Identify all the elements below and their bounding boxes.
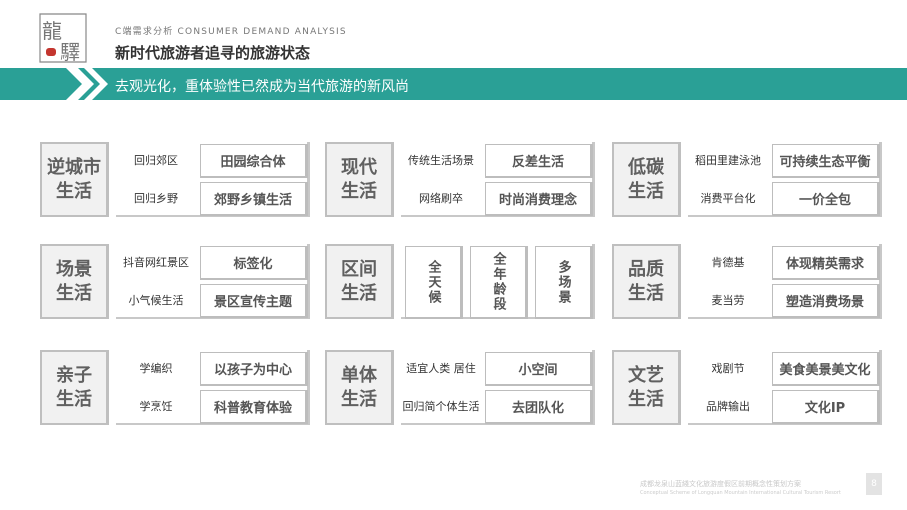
row-value: 以孩子为中心 (200, 352, 308, 386)
lifestyle-card: 场景 生活 抖音网红景区 标签化小气候生活 景区宣传主题 (40, 244, 310, 319)
lifestyle-card: 文艺 生活 戏剧节 美食美景美文化品牌输出 文化IP (612, 350, 882, 425)
row-value: 科普教育体验 (200, 390, 308, 424)
row-label: 回归简个体生活 (402, 400, 480, 413)
row-value: 景区宣传主题 (200, 284, 308, 318)
row-label: 抖音网红景区 (123, 256, 189, 269)
headline-banner: 去观光化，重体验性已然成为当代旅游的新风尚 (0, 68, 907, 100)
card-title: 低碳 生活 (612, 142, 681, 217)
logo-char-1: 龍 (42, 19, 62, 43)
row-label: 戏剧节 (711, 362, 745, 375)
lifestyle-card: 现代 生活 传统生活场景 反差生活网络刷卒 时尚消费理念 (325, 142, 595, 217)
card-title: 现代 生活 (325, 142, 394, 217)
lifestyle-card: 低碳 生活 稻田里建泳池 可持续生态平衡消费平台化 一价全包 (612, 142, 882, 217)
lifestyle-card: 亲子 生活 学编织 以孩子为中心学烹饪 科普教育体验 (40, 350, 310, 425)
card-title: 品质 生活 (612, 244, 681, 319)
card-title: 逆城市 生活 (40, 142, 109, 217)
row-label: 学烹饪 (139, 400, 173, 413)
vertical-tag: 多场景 (535, 246, 593, 319)
row-value: 塑造消费场景 (772, 284, 880, 318)
row-value: 标签化 (200, 246, 308, 280)
section-subtitle: C端需求分析 CONSUMER DEMAND ANALYSIS (115, 27, 347, 37)
row-label: 回归郊区 (134, 154, 178, 167)
row-label: 品牌输出 (706, 400, 750, 413)
row-label: 适宜人类 居住 (406, 362, 476, 375)
lifestyle-card: 区间 生活 全天候 全年龄段 多场景 (325, 244, 595, 319)
row-value: 田园综合体 (200, 144, 308, 178)
row-label: 肯德基 (711, 256, 745, 269)
row-value: 时尚消费理念 (485, 182, 593, 216)
row-label: 消费平台化 (700, 192, 756, 205)
card-title: 文艺 生活 (612, 350, 681, 425)
card-title: 亲子 生活 (40, 350, 109, 425)
card-title: 场景 生活 (40, 244, 109, 319)
lifestyle-card: 单体 生活 适宜人类 居住 小空间回归简个体生活 去团队化 (325, 350, 595, 425)
vertical-tag: 全年龄段 (470, 246, 528, 319)
lifestyle-card: 逆城市 生活 回归郊区 田园综合体回归乡野 郊野乡镇生活 (40, 142, 310, 217)
row-label: 稻田里建泳池 (695, 154, 761, 167)
row-label: 回归乡野 (134, 192, 178, 205)
page-title: 新时代旅游者追寻的旅游状态 (115, 44, 311, 62)
row-label: 麦当劳 (711, 294, 745, 307)
banner-text: 去观光化，重体验性已然成为当代旅游的新风尚 (115, 79, 409, 95)
row-value: 去团队化 (485, 390, 593, 424)
card-title: 区间 生活 (325, 244, 394, 319)
row-value: 文化IP (772, 390, 880, 424)
row-value: 一价全包 (772, 182, 880, 216)
row-label: 小气候生活 (128, 294, 184, 307)
row-value: 郊野乡镇生活 (200, 182, 308, 216)
row-value: 美食美景美文化 (772, 352, 880, 386)
row-label: 学编织 (139, 362, 173, 375)
logo: 龍 驛 (38, 12, 88, 64)
row-label: 网络刷卒 (419, 192, 463, 205)
footer-title-cn: 成都龙泉山蓝綫文化旅游度假区前期概念性策划方案 (640, 480, 801, 488)
page-number: 8 (866, 473, 882, 495)
footer-title-en: Conceptual Scheme of Longquan Mountain I… (640, 490, 841, 496)
card-title: 单体 生活 (325, 350, 394, 425)
vertical-tag: 全天候 (405, 246, 463, 319)
row-label: 传统生活场景 (408, 154, 474, 167)
row-value: 可持续生态平衡 (772, 144, 880, 178)
logo-char-2: 驛 (60, 40, 80, 64)
lifestyle-card: 品质 生活 肯德基 体现精英需求麦当劳 塑造消费场景 (612, 244, 882, 319)
row-value: 反差生活 (485, 144, 593, 178)
row-value: 小空间 (485, 352, 593, 386)
row-value: 体现精英需求 (772, 246, 880, 280)
